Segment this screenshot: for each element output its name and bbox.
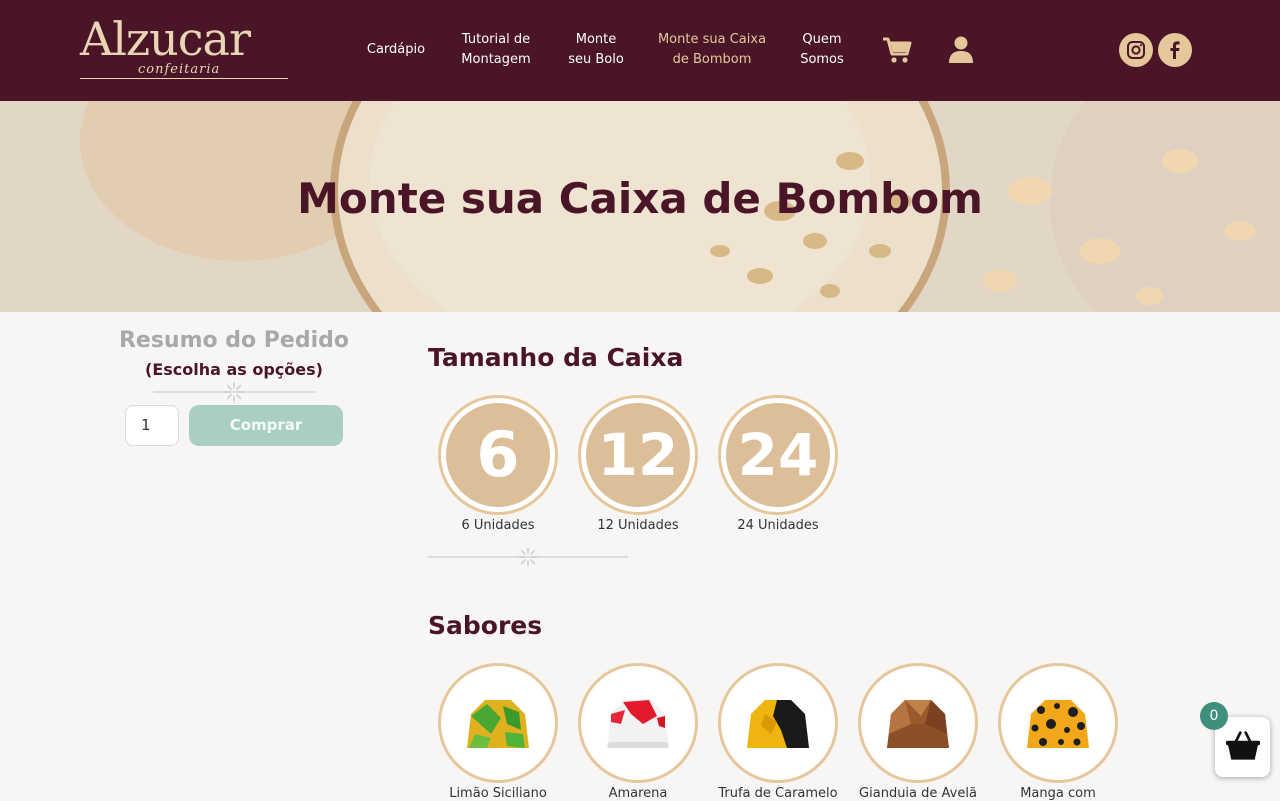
flavor-label: Amarena [608,786,668,801]
nav-label: Cardápio [366,42,426,57]
flavors-title: Sabores [428,611,543,640]
order-summary-subtitle: (Escolha as opções) [145,360,323,379]
box-size-number: 6 [446,403,550,507]
buy-button[interactable]: Comprar [189,405,343,446]
nav-label-line1: Tutorial de [461,32,531,47]
nav-item-tutorial[interactable]: Tutorial de Montagem [450,30,542,70]
nav-label-line2: seu Bolo [568,52,624,67]
box-size-label: 24 Unidades [737,518,819,533]
nav-item-quem-somos[interactable]: Quem Somos [792,30,852,70]
box-size-number: 24 [726,403,830,507]
nav-label-line1: Quem [802,32,842,47]
quantity-input[interactable]: 1 [125,405,179,446]
flavor-option-amarena[interactable] [578,663,698,783]
box-size-option-24[interactable]: 24 [718,395,838,515]
box-size-label: 6 Unidades [461,518,535,533]
brand-tagline: confeitaria [138,62,221,77]
instagram-icon[interactable] [1119,33,1153,67]
flavor-label: Trufa de Caramelo [718,786,838,801]
order-summary-title: Resumo do Pedido [118,328,350,353]
flavor-option-manga[interactable] [998,663,1118,783]
hero-banner: Monte sua Caixa de Bombom [0,101,1280,312]
flavor-label: Limão Siciliano [449,786,547,801]
flavor-option-gianduia-avela[interactable] [858,663,978,783]
box-size-option-6[interactable]: 6 [438,395,558,515]
logo-underline [80,78,288,79]
brand-logo[interactable]: Alzucar confeitaria [80,12,290,84]
loading-spinner-icon [518,547,538,567]
box-size-option-12[interactable]: 12 [578,395,698,515]
nav-label-line2: de Bombom [672,52,752,67]
flavor-option-trufa-caramelo[interactable] [718,663,838,783]
loading-spinner-icon [224,382,244,402]
site-header: Alzucar confeitaria Cardápio Tutorial de… [0,0,1280,101]
shopping-cart-icon[interactable] [882,36,912,64]
nav-label-line1: Monte [575,32,617,47]
flavor-label: Gianduia de Avelã [859,786,977,801]
user-icon[interactable] [949,36,973,64]
bonbon-image [747,700,809,748]
flavor-option-limao-siciliano[interactable] [438,663,558,783]
brand-name: Alzucar [80,12,251,66]
bonbon-image [467,700,529,748]
box-size-number: 12 [586,403,690,507]
nav-item-monte-caixa[interactable]: Monte sua Caixa de Bombom [652,30,772,70]
cart-count-badge: 0 [1200,702,1228,730]
basket-icon [1225,731,1261,760]
bonbon-image [1027,700,1089,748]
nav-label-line2: Montagem [461,52,531,67]
bonbon-image [607,700,669,748]
nav-item-monte-bolo[interactable]: Monte seu Bolo [560,30,632,70]
box-size-label: 12 Unidades [597,518,679,533]
facebook-icon[interactable] [1158,33,1192,67]
bonbon-image [887,700,949,748]
page-title: Monte sua Caixa de Bombom [297,174,983,223]
flavor-label: Manga com [1020,786,1096,801]
nav-item-cardapio[interactable]: Cardápio [360,40,432,60]
nav-label-line1: Monte sua Caixa [657,32,767,47]
box-size-title: Tamanho da Caixa [428,343,684,372]
nav-label-line2: Somos [800,52,844,67]
